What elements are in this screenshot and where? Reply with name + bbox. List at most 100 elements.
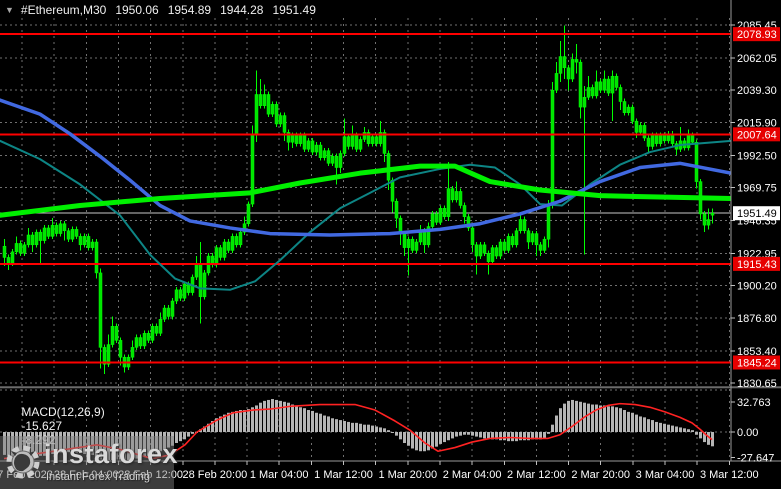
macd-histogram-bar (179, 432, 182, 442)
candle-body (54, 224, 59, 234)
candle-body (198, 264, 203, 298)
macd-histogram-bar (363, 424, 366, 432)
candle-body (506, 236, 511, 251)
macd-histogram-bar (267, 399, 270, 432)
candle (246, 201, 251, 227)
candle-body (38, 231, 43, 241)
macd-histogram-bar (563, 403, 566, 432)
macd-value: -15.627 (21, 419, 63, 433)
candle-body (594, 81, 599, 97)
chart-dropdown-icon[interactable]: ▼ (5, 5, 14, 15)
candle-body (462, 205, 467, 217)
candle-body (162, 307, 167, 320)
macd-histogram-bar (375, 426, 378, 432)
candle-body (526, 230, 531, 243)
macd-histogram-bar (299, 407, 302, 432)
candle-body (498, 241, 503, 257)
macd-histogram-bar (671, 425, 674, 432)
candle (642, 122, 647, 141)
macd-histogram-bar (303, 408, 306, 432)
macd-histogram-bar (615, 407, 618, 432)
candle (506, 233, 511, 254)
candle-body (502, 241, 507, 251)
instaforex-gear-logo-icon (6, 445, 40, 479)
candle (458, 188, 463, 209)
macd-histogram-bar (247, 409, 250, 432)
candle-body (26, 234, 31, 246)
macd-histogram-bar (691, 430, 694, 432)
candle-body (630, 106, 635, 122)
candle-body (70, 229, 75, 240)
macd-histogram-bar (551, 424, 554, 432)
candle-body (602, 78, 607, 91)
candle-body (58, 223, 63, 234)
candle-body (82, 236, 87, 246)
candle-body (174, 289, 179, 302)
candle (222, 239, 227, 261)
macd-histogram-bar (643, 417, 646, 432)
candle-body (694, 141, 699, 182)
candle-body (494, 247, 499, 257)
current-price-text: 1951.49 (737, 208, 777, 220)
candle-body (650, 134, 655, 147)
candle-body (214, 247, 219, 265)
candle-body (154, 326, 159, 334)
candle-body (186, 283, 191, 293)
candle (182, 281, 187, 302)
macd-histogram-bar (447, 432, 450, 441)
candle-body (598, 81, 603, 91)
candle-body (270, 104, 275, 115)
candle-body (274, 104, 279, 125)
candle-body (254, 94, 259, 135)
macd-histogram-bar (579, 401, 582, 432)
candle-body (150, 326, 155, 341)
candle-body (642, 125, 647, 139)
macd-histogram-bar (519, 432, 522, 441)
macd-histogram-bar (675, 426, 678, 432)
candle-body (582, 97, 587, 108)
candle-body (558, 56, 563, 74)
candle-body (386, 153, 391, 181)
candle-body (354, 134, 359, 150)
watermark-tagline-text: Instant Forex Trading (46, 471, 150, 483)
candle-body (342, 136, 347, 154)
candle-body (350, 134, 355, 147)
macd-histogram-bar (459, 432, 462, 436)
candle (354, 132, 359, 153)
candle-body (22, 244, 27, 254)
price-axis-label: 1876.80 (737, 313, 777, 325)
macd-histogram-bar (627, 411, 630, 432)
candle-body (298, 134, 303, 144)
macd-histogram-bar (391, 432, 394, 433)
macd-histogram-bar (319, 413, 322, 432)
macd-histogram-bar (503, 432, 506, 441)
candle-body (78, 236, 83, 246)
chart-background (0, 0, 781, 489)
macd-histogram-bar (507, 432, 510, 442)
candle-body (686, 134, 691, 149)
candle-body (442, 208, 447, 217)
candle-body (702, 213, 707, 226)
macd-histogram-bar (619, 408, 622, 432)
candle-body (130, 347, 135, 358)
candle-body (606, 78, 611, 94)
candle (266, 91, 271, 117)
chart-canvas[interactable]: 2085.452062.052039.302015.901992.501969.… (0, 0, 781, 489)
candle-body (610, 75, 615, 94)
candle-body (326, 150, 331, 164)
macd-histogram-bar (311, 410, 314, 432)
macd-histogram-bar (235, 410, 238, 432)
candle-body (394, 201, 399, 219)
ohlc-open: 1950.06 (115, 2, 159, 17)
candle-body (590, 87, 595, 97)
time-axis-label: 2 Mar 04:00 (443, 469, 502, 481)
macd-histogram-bar (663, 423, 666, 432)
candle-body (266, 94, 271, 115)
candle-body (178, 289, 183, 299)
macd-histogram-bar (471, 432, 474, 436)
price-axis-label: 1900.20 (737, 280, 777, 292)
candle-body (534, 233, 539, 246)
candle-body (510, 236, 515, 246)
macd-histogram-bar (651, 420, 654, 432)
candle-body (294, 134, 299, 144)
